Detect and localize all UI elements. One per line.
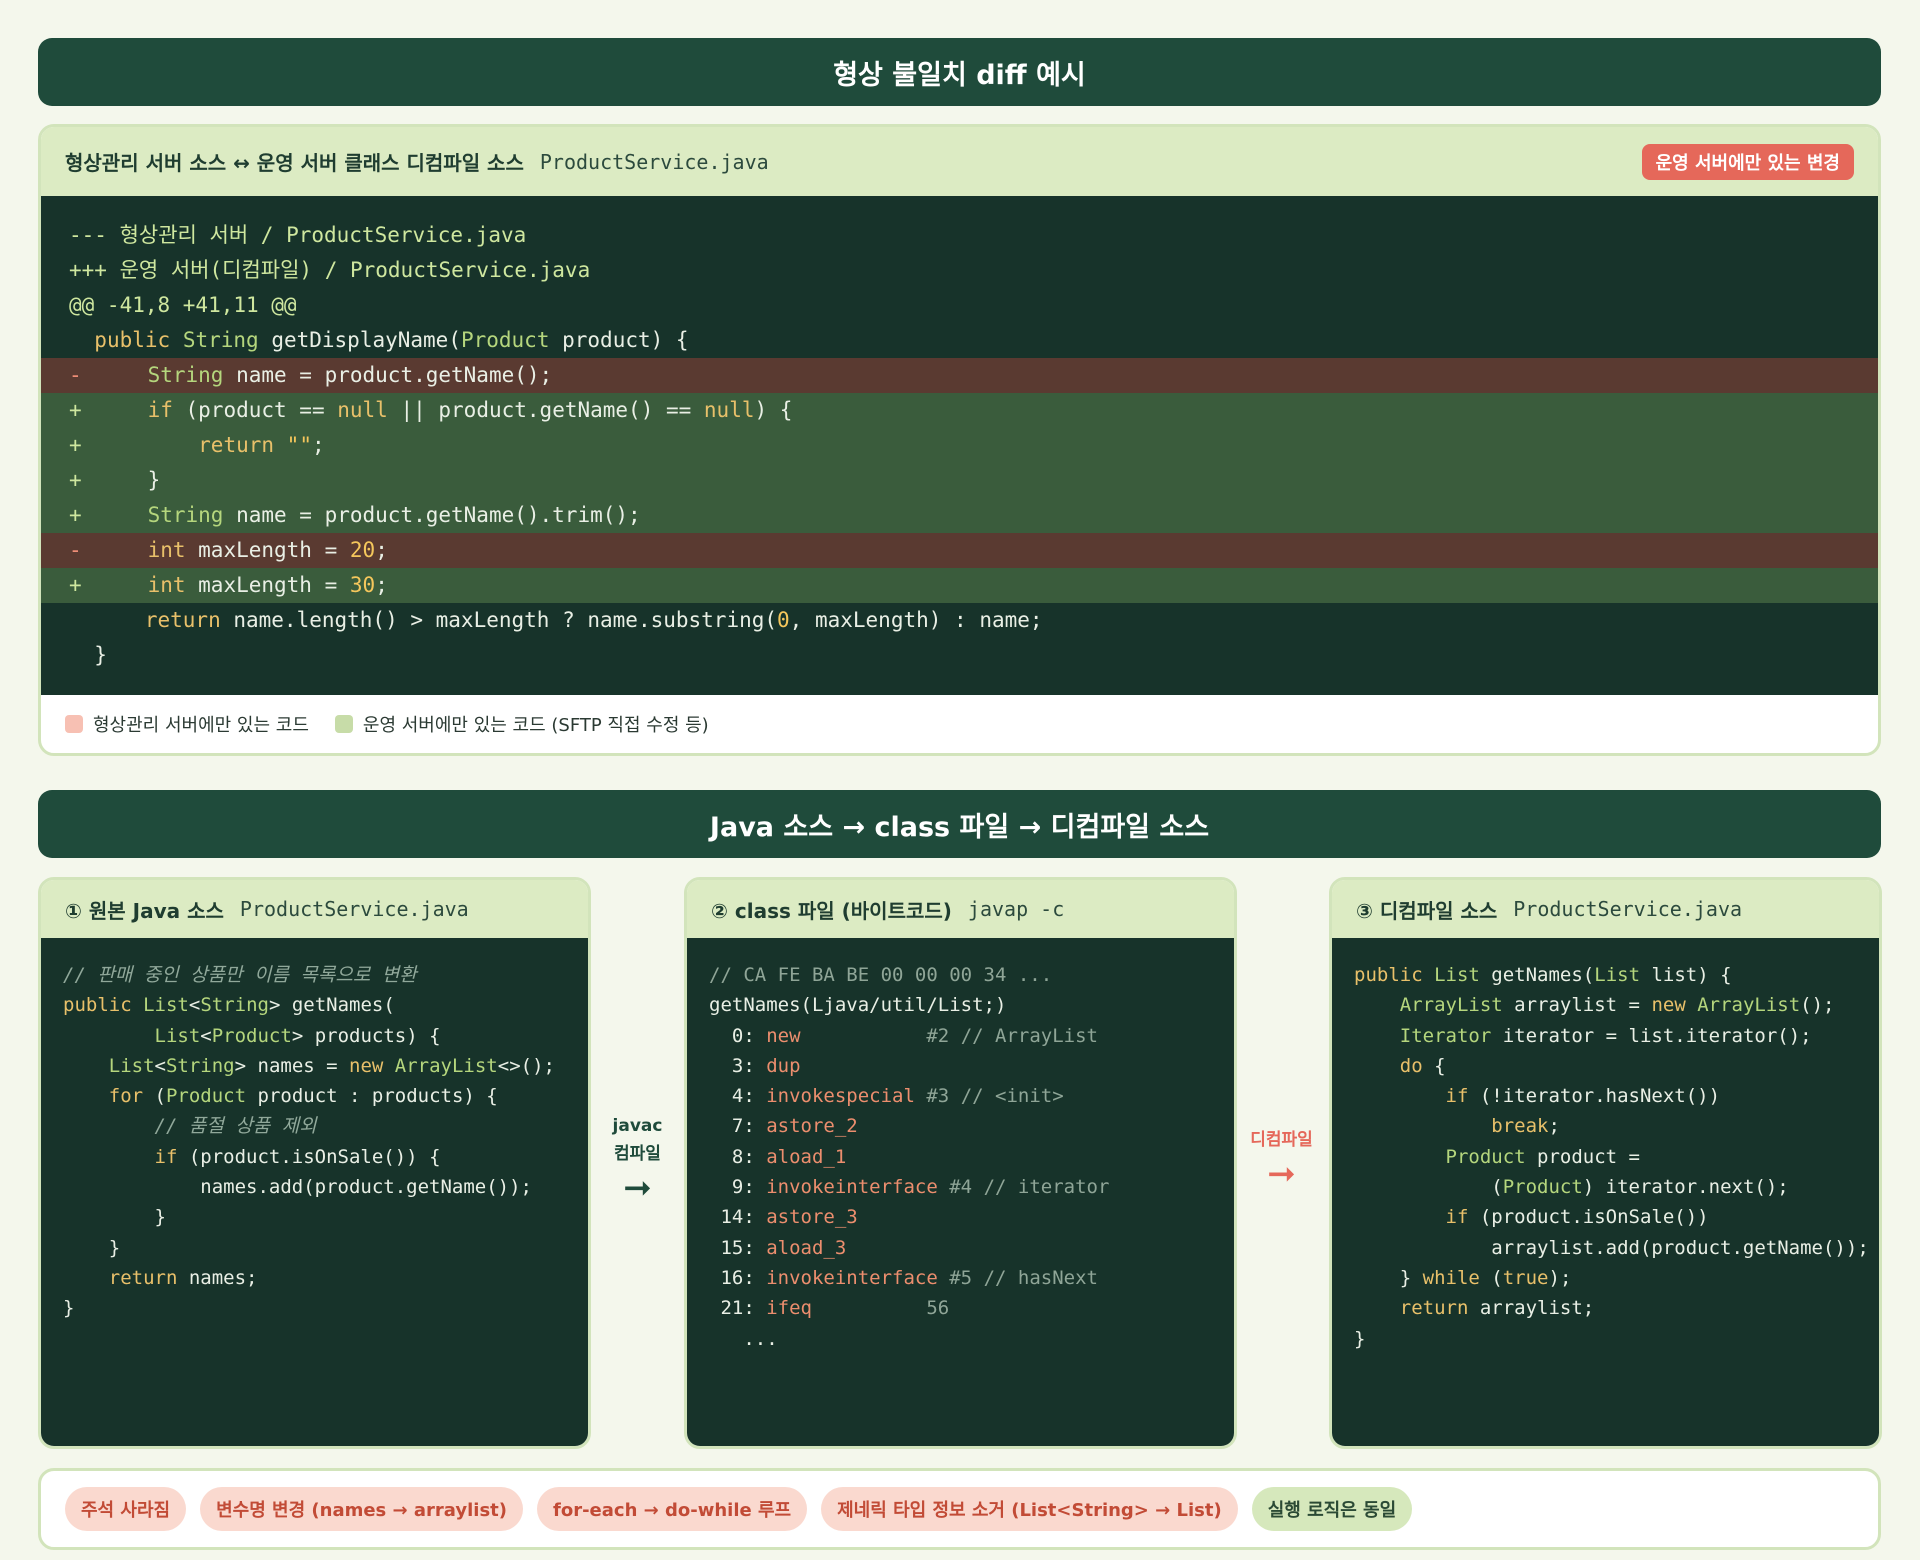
bytecode-header: ② class 파일 (바이트코드) javap -c [687, 880, 1234, 938]
decompiled-source-panel: ③ 디컴파일 소스 ProductService.java public Lis… [1329, 877, 1882, 1449]
code-line: return arraylist; [1399, 1297, 1595, 1320]
diff-line-del: - String name = product.getName(); [41, 358, 1878, 393]
code-line: getNames(Ljava/util/List;) [709, 994, 1007, 1017]
code-line: 3: dup [709, 1054, 801, 1077]
code-line: 9: invokeinterface #4 // iterator [709, 1176, 1110, 1199]
code-line: ArrayList arraylist = new ArrayList(); [1399, 994, 1835, 1017]
code-line: ... [709, 1327, 778, 1350]
code-line: do { [1399, 1054, 1446, 1077]
diff-legend: 형상관리 서버에만 있는 코드 운영 서버에만 있는 코드 (SFTP 직접 수정… [41, 695, 1878, 753]
original-source-header: ① 원본 Java 소스 ProductService.java [41, 880, 588, 938]
code-line: 0: new #2 // ArrayList [709, 1024, 1098, 1047]
decompiled-source-code: public List getNames(List list) { ArrayL… [1332, 938, 1879, 1446]
bytecode-title: ② class 파일 (바이트코드) [711, 898, 952, 923]
diff-line-meta: --- 형상관리 서버 / ProductService.java [69, 223, 527, 247]
code-line: (Product) iterator.next(); [1354, 1176, 1789, 1199]
code-line: Iterator iterator = list.iterator(); [1399, 1024, 1812, 1047]
decompiled-source-filename: ProductService.java [1513, 897, 1743, 921]
code-line: return names; [108, 1266, 258, 1289]
bytecode-code: // CA FE BA BE 00 00 00 34 ... getNames(L… [687, 938, 1234, 1446]
code-line: 21: ifeq 56 [709, 1297, 950, 1320]
diff-line-add: + } [41, 463, 1878, 498]
code-line: // 품절 상품 제외 [154, 1115, 317, 1138]
decompile-label: 디컴파일 [1250, 1130, 1313, 1150]
diff-line-add: + return ""; [41, 428, 1878, 463]
legend-item: 형상관리 서버에만 있는 코드 [65, 711, 309, 737]
diff-line-ctx: } [69, 643, 107, 667]
diff-line-meta: @@ -41,8 +41,11 @@ [69, 293, 297, 317]
code-line: } while (true); [1354, 1266, 1572, 1289]
diff-panel-title: 형상관리 서버 소스 ↔ 운영 서버 클래스 디컴파일 소스 [65, 151, 524, 175]
decompiled-source-header: ③ 디컴파일 소스 ProductService.java [1332, 880, 1879, 938]
original-source-panel: ① 원본 Java 소스 ProductService.java // 판매 중… [38, 877, 591, 1449]
page-title: 형상 불일치 diff 예시 [38, 38, 1881, 106]
diff-panel-header: 형상관리 서버 소스 ↔ 운영 서버 클래스 디컴파일 소스 ProductSe… [41, 127, 1878, 196]
difference-tag: 주석 사라짐 [65, 1487, 187, 1531]
compile-flow: javac 컴파일 ➞ [600, 1112, 675, 1208]
arrow-right-icon: ➞ [1267, 1154, 1296, 1194]
code-line: public List getNames(List list) { [1354, 964, 1732, 986]
diff-code-block: --- 형상관리 서버 / ProductService.java +++ 운영 … [41, 196, 1878, 695]
code-line: 4: invokespecial #3 // <init> [709, 1085, 1064, 1108]
original-source-filename: ProductService.java [239, 897, 469, 921]
code-line: 14: astore_3 [709, 1206, 858, 1229]
code-line: } [63, 1236, 121, 1259]
original-source-title: ① 원본 Java 소스 [65, 898, 224, 923]
code-line: 15: aload_3 [709, 1236, 847, 1259]
code-line: names.add(product.getName()); [63, 1176, 532, 1199]
legend-label: 운영 서버에만 있는 코드 (SFTP 직접 수정 등) [362, 715, 709, 736]
diff-panel-filename: ProductService.java [539, 149, 769, 174]
code-line: if (product.isOnSale()) [1445, 1206, 1709, 1229]
bytecode-panel: ② class 파일 (바이트코드) javap -c // CA FE BA … [684, 877, 1237, 1449]
code-line: arraylist.add(product.getName()); [1354, 1236, 1869, 1259]
code-line: public List<String> getNames( [63, 994, 395, 1017]
difference-tag: 변수명 변경 (names → arraylist) [200, 1487, 524, 1531]
code-line: if (!iterator.hasNext()) [1445, 1085, 1721, 1108]
code-line: break; [1491, 1115, 1560, 1138]
decompiled-source-title: ③ 디컴파일 소스 [1356, 898, 1498, 923]
bytecode-subtitle: javap -c [967, 897, 1065, 921]
decompile-flow: 디컴파일 ➞ [1244, 1126, 1319, 1194]
code-line: } [63, 1297, 75, 1320]
section-title: Java 소스 → class 파일 → 디컴파일 소스 [38, 790, 1881, 858]
original-source-code: // 판매 중인 상품만 이름 목록으로 변환 public List<Strin… [41, 938, 588, 1446]
diff-line-del: - int maxLength = 20; [41, 533, 1878, 568]
code-line: List<Product> products) { [154, 1024, 441, 1047]
code-line: 8: aload_1 [709, 1145, 847, 1168]
code-line: List<String> names = new ArrayList<>(); [108, 1054, 555, 1077]
diff-line-add: + String name = product.getName().trim()… [41, 498, 1878, 533]
difference-tags: 주석 사라짐 변수명 변경 (names → arraylist) for-each… [38, 1468, 1881, 1550]
code-line: Product product = [1445, 1145, 1640, 1168]
code-line: 16: invokeinterface #5 // hasNext [709, 1266, 1098, 1289]
difference-tag: 실행 로직은 동일 [1251, 1487, 1413, 1531]
difference-tag: for-each → do-while 루프 [537, 1487, 808, 1531]
legend-label: 형상관리 서버에만 있는 코드 [93, 715, 309, 736]
compile-label: javac [612, 1116, 663, 1136]
code-line: // CA FE BA BE 00 00 00 34 ... [709, 964, 1053, 986]
code-line: 7: astore_2 [709, 1115, 858, 1138]
code-line: } [1354, 1327, 1366, 1350]
diff-line-add: + int maxLength = 30; [41, 568, 1878, 603]
legend-item: 운영 서버에만 있는 코드 (SFTP 직접 수정 등) [334, 711, 709, 737]
diff-panel: 형상관리 서버 소스 ↔ 운영 서버 클래스 디컴파일 소스 ProductSe… [38, 124, 1881, 756]
code-line: for (Product product : products) { [108, 1085, 498, 1108]
code-line: if (product.isOnSale()) { [154, 1145, 441, 1168]
code-line: } [63, 1206, 166, 1229]
diff-line-ctx: return name.length() > maxLength ? name.… [144, 608, 1043, 632]
legend-swatch [65, 715, 83, 733]
code-line: // 판매 중인 상품만 이름 목록으로 변환 [63, 964, 417, 986]
difference-tag: 제네릭 타입 정보 소거 (List<String> → List) [821, 1487, 1238, 1531]
status-badge: 운영 서버에만 있는 변경 [1641, 143, 1854, 180]
diff-line-add: + if (product == null || product.getName… [41, 393, 1878, 428]
diff-line-ctx: public String getDisplayName(Product pro… [94, 328, 689, 352]
compile-label-2: 컴파일 [614, 1144, 661, 1164]
diff-line-meta: +++ 운영 서버(디컴파일) / ProductService.java [69, 258, 591, 282]
legend-swatch [334, 715, 353, 733]
arrow-right-icon: ➞ [623, 1168, 652, 1208]
